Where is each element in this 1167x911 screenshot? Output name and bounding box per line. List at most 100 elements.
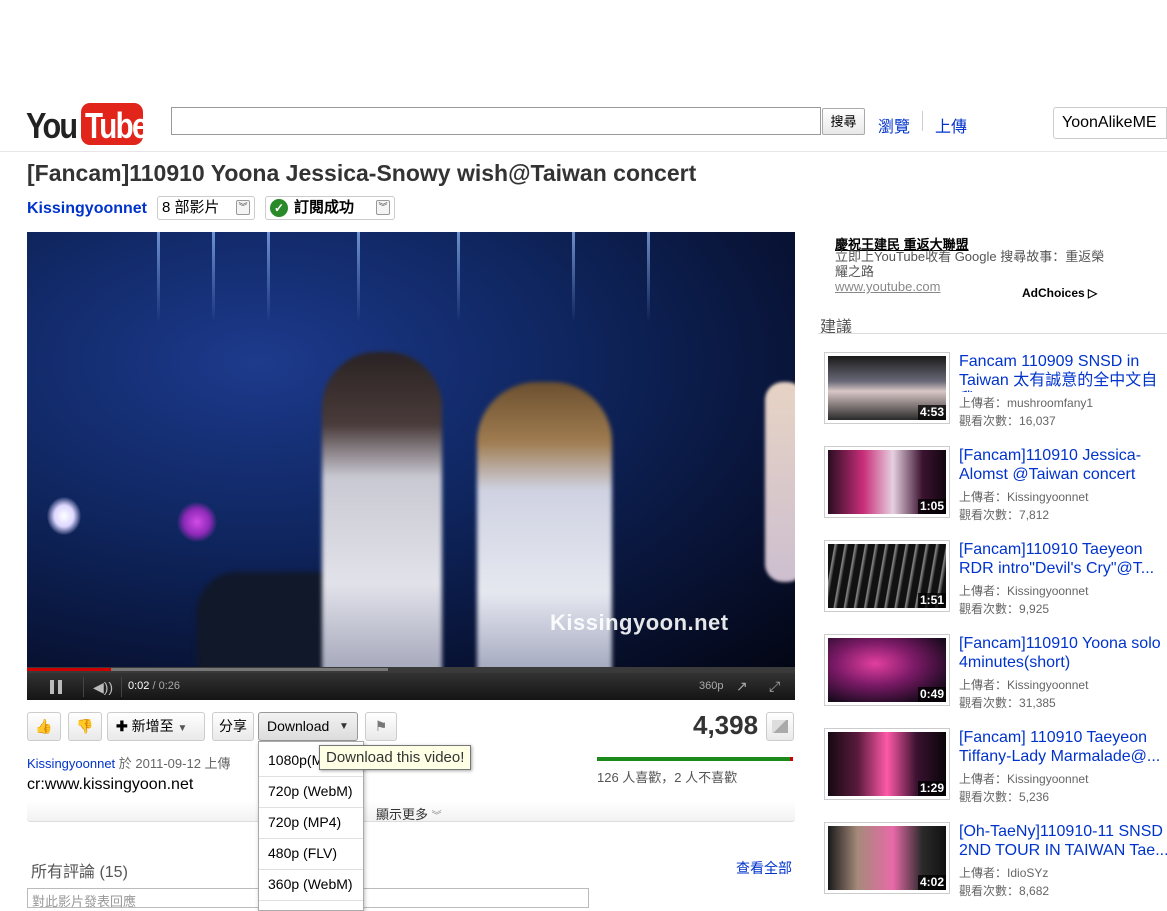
- stage-light: [457, 232, 460, 322]
- uploader-name: Kissingyoonnet: [1007, 678, 1089, 692]
- duration: 0:26: [158, 680, 181, 692]
- show-more-button[interactable]: 顯示更多 ︾: [376, 804, 442, 823]
- uploader-name: Kissingyoonnet: [1007, 584, 1089, 598]
- stage-light: [267, 232, 270, 322]
- suggestion-title[interactable]: [Fancam]110910 Yoona solo 4minutes(short…: [959, 634, 1167, 674]
- suggestion-uploader: 上傳者：Kissingyoonnet: [959, 488, 1088, 505]
- pause-icon[interactable]: [50, 680, 62, 694]
- suggestion-views: 觀看次數：5,236: [959, 788, 1049, 805]
- suggestion-title[interactable]: [Oh-TaeNy]110910-11 SNSD 2ND TOUR IN TAI…: [959, 822, 1167, 862]
- uploader-link[interactable]: Kissingyoonnet: [27, 756, 115, 771]
- ad-url-link[interactable]: www.youtube.com: [835, 279, 941, 294]
- video-thumbnail[interactable]: 1:51: [824, 540, 950, 612]
- stage-light: [212, 232, 215, 322]
- views-prefix: 觀看次數：: [959, 508, 1020, 522]
- video-thumbnail[interactable]: 4:02: [824, 822, 950, 894]
- chevron-down-icon: ︾: [431, 811, 442, 822]
- likes-summary: 126 人喜歡，2 人不喜歡: [597, 770, 738, 785]
- suggestion-title[interactable]: [Fancam]110910 Taeyeon RDR intro"Devil's…: [959, 540, 1167, 580]
- views-count: 16,037: [1019, 414, 1056, 428]
- suggestion-item[interactable]: 4:53 Fancam 110909 SNSD in Taiwan 太有誠意的全…: [824, 352, 1167, 432]
- like-ratio-bar: [597, 757, 793, 761]
- views-prefix: 觀看次數：: [959, 602, 1020, 616]
- flag-button[interactable]: ⚑: [365, 712, 397, 741]
- download-button[interactable]: Download ▼: [258, 712, 358, 741]
- uploader-prefix: 上傳者：: [959, 772, 1008, 786]
- download-option-720p-webm[interactable]: 720p (WebM): [268, 783, 353, 799]
- youtube-logo[interactable]: You Tube: [26, 103, 148, 146]
- search-input[interactable]: [171, 107, 821, 135]
- current-time: 0:02: [128, 680, 150, 692]
- dislike-ratio: [789, 757, 793, 761]
- time-separator: /: [149, 680, 159, 692]
- uploader-name: Kissingyoonnet: [1007, 490, 1089, 504]
- thumbnail-duration: 0:49: [917, 687, 946, 702]
- video-count-button[interactable]: 8 部影片 ︾: [157, 196, 255, 220]
- share-button[interactable]: 分享: [212, 712, 254, 741]
- stage-light: [357, 232, 360, 322]
- suggestion-item[interactable]: 1:29 [Fancam] 110910 Taeyeon Tiffany-Lad…: [824, 728, 1167, 808]
- chevron-down-icon[interactable]: ︾: [376, 200, 390, 215]
- search-button[interactable]: 搜尋: [822, 108, 865, 135]
- header-divider: [0, 151, 1167, 152]
- stage-light: [572, 232, 575, 322]
- suggestion-uploader: 上傳者：Kissingyoonnet: [959, 582, 1088, 599]
- download-option-360p-webm[interactable]: 360p (WebM): [268, 876, 353, 892]
- fullscreen-icon[interactable]: ⤢: [769, 678, 780, 695]
- nav-upload-link[interactable]: 上傳: [935, 113, 967, 137]
- download-option-480p-flv[interactable]: 480p (FLV): [268, 845, 337, 861]
- username: YoonAlikeME: [1062, 114, 1157, 131]
- video-thumbnail[interactable]: 1:29: [824, 728, 950, 800]
- see-all-comments-link[interactable]: 查看全部: [736, 858, 792, 878]
- thumbnail-duration: 1:51: [917, 593, 946, 608]
- check-icon: ✓: [270, 199, 288, 217]
- suggestion-views: 觀看次數：31,385: [959, 694, 1056, 711]
- uploader-prefix: 上傳者：: [959, 584, 1008, 598]
- uploader-prefix: 上傳者：: [959, 396, 1008, 410]
- user-menu-button[interactable]: YoonAlikeME: [1053, 107, 1167, 139]
- uploader-name: Kissingyoonnet: [1007, 772, 1089, 786]
- thumbnail-duration: 4:02: [917, 875, 946, 890]
- menu-divider: [259, 807, 363, 808]
- views-count: 5,236: [1019, 790, 1050, 804]
- add-to-button[interactable]: ✚ 新增至 ▼: [107, 712, 205, 741]
- stage-light: [157, 232, 160, 322]
- video-player[interactable]: Kissingyoon.net: [27, 232, 795, 667]
- suggestion-title[interactable]: Fancam 110909 SNSD in Taiwan 太有誠意的全中文自我: [959, 352, 1167, 392]
- progress-loaded: [111, 668, 388, 671]
- uploader-name: IdioSYz: [1007, 866, 1049, 880]
- suggestion-item[interactable]: 1:51 [Fancam]110910 Taeyeon RDR intro"De…: [824, 540, 1167, 620]
- views-count: 9,925: [1019, 602, 1050, 616]
- show-more-label: 顯示更多: [376, 807, 429, 822]
- suggestion-item[interactable]: 0:49 [Fancam]110910 Yoona solo 4minutes(…: [824, 634, 1167, 714]
- thumbs-down-icon: 👎: [76, 718, 94, 734]
- video-thumbnail[interactable]: 4:53: [824, 352, 950, 424]
- subscribe-button[interactable]: ✓ 訂閱成功 ︾: [265, 196, 395, 220]
- video-thumbnail[interactable]: 0:49: [824, 634, 950, 706]
- suggestion-title[interactable]: [Fancam] 110910 Taeyeon Tiffany-Lady Mar…: [959, 728, 1167, 768]
- suggestion-views: 觀看次數：8,682: [959, 882, 1049, 899]
- suggestion-item[interactable]: 1:05 [Fancam]110910 Jessica-Alomst @Taiw…: [824, 446, 1167, 526]
- adchoices-link[interactable]: AdChoices ▷: [1022, 286, 1097, 300]
- dislike-button[interactable]: 👎: [68, 712, 102, 741]
- download-option-720p-mp4[interactable]: 720p (MP4): [268, 814, 341, 830]
- like-button[interactable]: 👍: [27, 712, 61, 741]
- time-display: 0:02 / 0:26: [128, 680, 180, 692]
- popout-icon[interactable]: ↗: [736, 678, 748, 695]
- suggestion-title[interactable]: [Fancam]110910 Jessica-Alomst @Taiwan co…: [959, 446, 1167, 486]
- uploader-name: mushroomfany1: [1007, 396, 1094, 410]
- download-tooltip: Download this video!: [319, 745, 472, 770]
- thumbnail-duration: 4:53: [917, 405, 946, 420]
- stats-button[interactable]: [766, 712, 794, 741]
- nav-browse-link[interactable]: 瀏覽: [878, 113, 910, 137]
- thumbnail-duration: 1:05: [917, 499, 946, 514]
- video-watermark: Kissingyoon.net: [550, 610, 729, 635]
- menu-divider: [259, 838, 363, 839]
- video-thumbnail[interactable]: 1:05: [824, 446, 950, 518]
- suggestion-views: 觀看次數：16,037: [959, 412, 1056, 429]
- channel-link[interactable]: Kissingyoonnet: [27, 200, 147, 218]
- volume-icon[interactable]: ◀)): [93, 679, 113, 696]
- quality-button[interactable]: 360p: [699, 680, 723, 692]
- suggestion-item[interactable]: 4:02 [Oh-TaeNy]110910-11 SNSD 2ND TOUR I…: [824, 822, 1167, 902]
- chevron-down-icon[interactable]: ︾: [236, 200, 250, 215]
